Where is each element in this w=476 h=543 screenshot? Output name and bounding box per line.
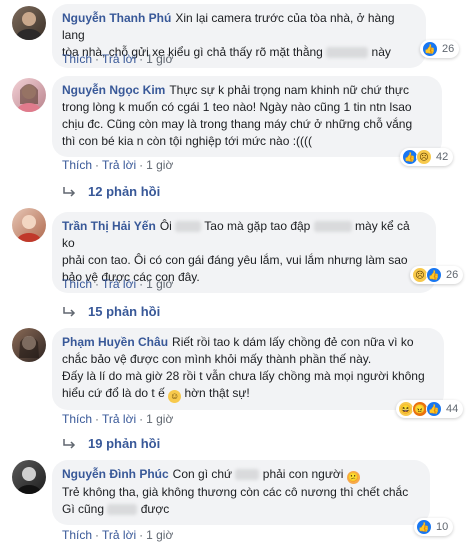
timestamp[interactable]: 1 giờ (146, 277, 173, 291)
comment-text: hờn thật sự! (184, 386, 250, 400)
like-link[interactable]: Thích (62, 412, 92, 426)
reply-link[interactable]: Trả lời (102, 528, 136, 542)
comment-bubble: Nguyễn Đình Phúc Con gì chứ phải con ngườ… (52, 460, 430, 525)
comment-text: phải con tao. Ôi có con gái đáng yêu lắm… (62, 253, 408, 267)
comment-actions: Thích · Trả lời · 1 giờ (62, 52, 174, 66)
view-replies-link[interactable]: 19 phản hồi (62, 436, 160, 451)
censored-word (107, 504, 138, 516)
comment-author[interactable]: Trần Thị Hải Yến (62, 219, 156, 233)
comment-text: Đấy là lí do mà giờ 28 rồi t vẫn chưa lấ… (62, 369, 425, 383)
timestamp[interactable]: 1 giờ (146, 528, 173, 542)
comment-author[interactable]: Nguyễn Thanh Phú (62, 11, 171, 25)
timestamp[interactable]: 1 giờ (146, 412, 173, 426)
reply-arrow-icon (63, 186, 76, 197)
comment-text: Gì cũng (62, 502, 105, 516)
comment-text: chịu đc. Cũng còn may là trong thang máy… (62, 117, 413, 131)
comment-text: được (140, 502, 170, 516)
reply-link[interactable]: Trả lời (102, 277, 136, 291)
comment-actions: Thích · Trả lời · 1 giờ (62, 158, 174, 172)
thumbs-up-icon: 👍 (422, 41, 438, 57)
comment-bubble: Nguyễn Ngọc Kim Thực sự k phải trọng nam … (52, 76, 442, 157)
comment-actions: Thích · Trả lời · 1 giờ (62, 528, 174, 542)
comment-text: Thực sự k phải trọng nam khinh nữ chứ th… (169, 83, 409, 97)
comment-actions: Thích · Trả lời · 1 giờ (62, 412, 174, 426)
censored-word (235, 469, 260, 481)
person-icon (17, 84, 41, 112)
censored-word (175, 221, 202, 233)
replies-count: 12 phản hồi (88, 184, 161, 199)
comment-bubble: Phạm Huyền Châu Riết rồi tao k dám lấy ch… (52, 328, 444, 410)
comment-text: hiểu cứ đổ là do t ế (62, 386, 165, 400)
reply-arrow-icon (63, 306, 76, 317)
person-icon (17, 467, 41, 494)
thumbs-up-icon: 👍 (416, 519, 432, 535)
comment-text: Riết rồi tao k dám lấy chồng đẻ con nữa … (172, 335, 414, 349)
comment-author[interactable]: Nguyễn Đình Phúc (62, 467, 169, 481)
avatar[interactable] (12, 6, 46, 40)
thumbs-up-icon: 👍 (426, 267, 442, 283)
reaction-summary[interactable]: 👍 10 (414, 518, 454, 536)
reply-arrow-icon (63, 438, 76, 449)
reaction-count: 26 (446, 269, 459, 281)
comment-actions: Thích · Trả lời · 1 giờ (62, 277, 174, 291)
comment-text: Con gì chứ (172, 467, 233, 481)
reaction-summary[interactable]: 😆 😠 👍 44 (396, 400, 464, 418)
replies-count: 19 phản hồi (88, 436, 161, 451)
timestamp[interactable]: 1 giờ (146, 158, 173, 172)
avatar[interactable] (12, 460, 46, 494)
avatar[interactable] (12, 328, 46, 362)
reply-link[interactable]: Trả lời (102, 158, 136, 172)
like-link[interactable]: Thích (62, 52, 92, 66)
thumbs-up-icon: 👍 (426, 401, 442, 417)
comment-text: trong lòng k muốn có cgái 1 teo nào! Ngà… (62, 100, 412, 114)
replies-count: 15 phản hồi (88, 304, 161, 319)
reaction-count: 10 (436, 521, 449, 533)
comment-author[interactable]: Nguyễn Ngọc Kim (62, 83, 165, 97)
avatar[interactable] (12, 78, 46, 112)
like-link[interactable]: Thích (62, 158, 92, 172)
reaction-count: 44 (446, 403, 459, 415)
reply-link[interactable]: Trả lời (102, 412, 136, 426)
comment-text: thì con bé kia n còn tội nghiệp tới mức … (62, 134, 313, 148)
sad-face-icon: ☹ (416, 149, 432, 165)
confused-emoji-icon: 😕 (346, 471, 360, 484)
person-icon (19, 336, 39, 358)
reply-link[interactable]: Trả lời (102, 52, 136, 66)
comment-text: này (371, 45, 391, 59)
comment-text: phải con người (262, 467, 344, 481)
like-link[interactable]: Thích (62, 277, 92, 291)
reaction-count: 26 (442, 43, 455, 55)
view-replies-link[interactable]: 15 phản hồi (62, 304, 160, 319)
comment-author[interactable]: Phạm Huyền Châu (62, 335, 168, 349)
comment-text: chắc bảo vệ được con mình khỏi mấy thành… (62, 352, 372, 366)
person-icon (17, 215, 41, 242)
censored-word (313, 221, 352, 233)
smile-emoji-icon: ☺ (168, 390, 182, 403)
comment-text: Trẻ không tha, già không thương còn các … (62, 485, 409, 499)
comment-text: Tao mà gặp tao đập (204, 219, 311, 233)
person-icon (16, 12, 42, 40)
reaction-summary[interactable]: 👍 26 (420, 40, 460, 58)
reaction-summary[interactable]: ☹ 👍 26 (410, 266, 464, 284)
reaction-summary[interactable]: 👍 ☹ 42 (400, 148, 454, 166)
avatar[interactable] (12, 208, 46, 242)
timestamp[interactable]: 1 giờ (146, 52, 173, 66)
censored-word (326, 47, 369, 59)
view-replies-link[interactable]: 12 phản hồi (62, 184, 160, 199)
comment-text: Ôi (159, 219, 172, 233)
like-link[interactable]: Thích (62, 528, 92, 542)
reaction-count: 42 (436, 151, 449, 163)
